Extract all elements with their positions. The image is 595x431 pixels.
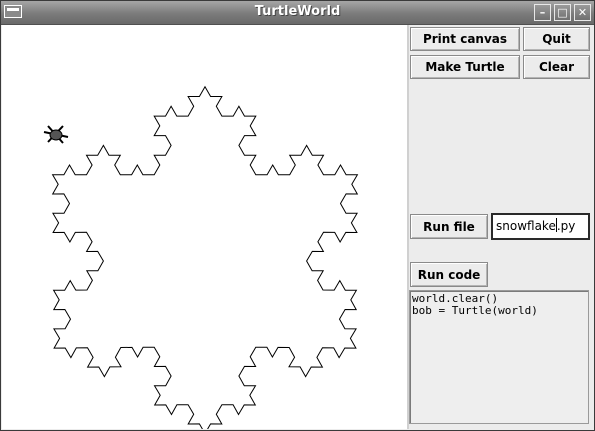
turtle-icon[interactable]	[43, 125, 69, 144]
print-canvas-button[interactable]: Print canvas	[410, 27, 520, 51]
koch-snowflake-drawing	[51, 85, 359, 429]
turtleworld-window: TurtleWorld – □ ✕ Print canvas Quit Make…	[0, 0, 595, 431]
maximize-button[interactable]: □	[554, 4, 571, 21]
filename-text-before-caret: snowflake	[496, 219, 556, 233]
filename-input[interactable]: snowflake.py	[491, 213, 590, 240]
close-button[interactable]: ✕	[574, 4, 591, 21]
quit-button[interactable]: Quit	[523, 27, 590, 51]
clear-button[interactable]: Clear	[523, 55, 590, 79]
minimize-button[interactable]: –	[534, 4, 551, 21]
code-textarea[interactable]: world.clear() bob = Turtle(world)	[409, 290, 589, 424]
filename-text-after-caret: .py	[556, 219, 576, 233]
canvas-drawing	[43, 85, 359, 429]
run-file-button[interactable]: Run file	[410, 214, 488, 239]
window-title: TurtleWorld	[254, 4, 341, 19]
turtle-canvas[interactable]	[2, 25, 407, 429]
make-turtle-button[interactable]: Make Turtle	[410, 55, 520, 79]
title-bar[interactable]: TurtleWorld – □ ✕	[1, 1, 594, 25]
run-code-button[interactable]: Run code	[410, 262, 488, 287]
